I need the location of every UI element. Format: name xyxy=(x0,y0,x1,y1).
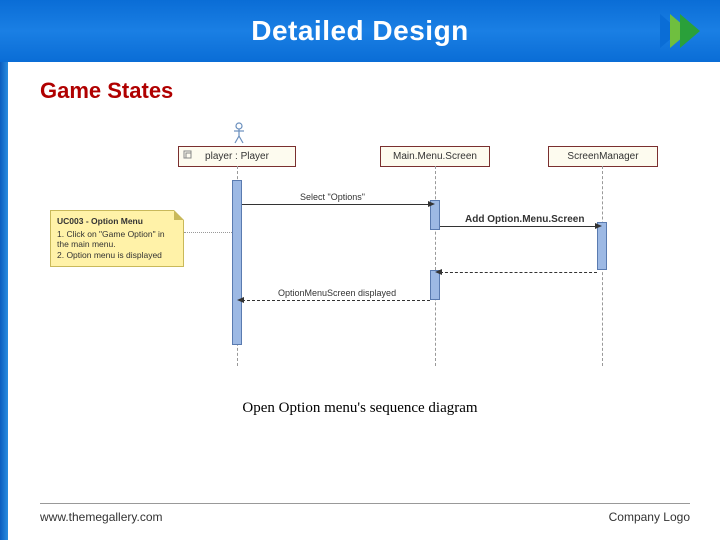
return-line-1 xyxy=(440,272,597,273)
message-label-displayed: OptionMenuScreen displayed xyxy=(278,288,396,298)
activation-player xyxy=(232,180,242,345)
uml-note: UC003 - Option Menu 1. Click on "Game Op… xyxy=(50,210,184,267)
activation-screen-manager xyxy=(597,222,607,270)
lifeline-main-menu: Main.Menu.Screen xyxy=(380,146,490,167)
note-fold-icon xyxy=(174,210,184,220)
note-title: UC003 - Option Menu xyxy=(57,216,177,227)
message-line-add-option xyxy=(440,226,597,227)
lifeline-screen-manager: ScreenManager xyxy=(548,146,658,167)
message-label-add-option: Add Option.Menu.Screen xyxy=(465,214,584,225)
return-line-2 xyxy=(242,300,430,301)
section-heading: Game States xyxy=(40,78,690,104)
note-line-2: 2. Option menu is displayed xyxy=(57,250,177,261)
message-label-select-options: Select "Options" xyxy=(300,192,365,202)
object-icon xyxy=(183,150,193,160)
content-area: Game States player : Player Main.Menu.Sc… xyxy=(40,78,690,382)
diagram-caption: Open Option menu's sequence diagram xyxy=(0,400,720,417)
note-line-1: 1. Click on "Game Option" in the main me… xyxy=(57,229,177,250)
footer-url: www.themegallery.com xyxy=(40,510,162,524)
lifeline-player: player : Player xyxy=(178,146,296,167)
arrow-icon xyxy=(428,201,435,207)
note-connector xyxy=(184,232,232,233)
lifeline-dash-main-menu xyxy=(435,166,436,366)
header-chevron-decoration xyxy=(670,14,700,53)
message-line-select-options xyxy=(242,204,430,205)
left-accent-stripe xyxy=(0,0,8,540)
slide-header: Detailed Design xyxy=(0,0,720,62)
slide-title: Detailed Design xyxy=(251,15,469,47)
slide-footer: www.themegallery.com Company Logo xyxy=(40,503,690,524)
arrow-icon xyxy=(595,223,602,229)
footer-logo: Company Logo xyxy=(609,510,690,524)
arrow-icon xyxy=(237,297,244,303)
actor-icon xyxy=(232,122,246,144)
sequence-diagram: player : Player Main.Menu.Screen ScreenM… xyxy=(50,122,660,382)
lifeline-player-label: player : Player xyxy=(205,151,269,162)
arrow-icon xyxy=(435,269,442,275)
